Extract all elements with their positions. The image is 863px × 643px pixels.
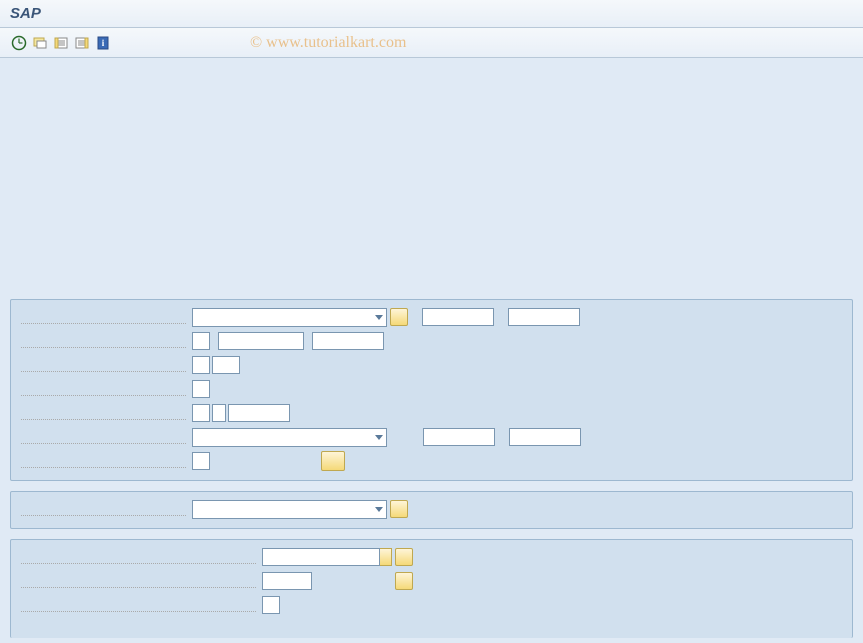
select-all-icon[interactable] (52, 34, 70, 52)
text-field[interactable] (192, 356, 210, 374)
field-label (21, 550, 256, 564)
form-row (21, 378, 842, 400)
value-help-icon[interactable] (380, 548, 392, 566)
text-field[interactable] (262, 548, 380, 566)
app-title: SAP (10, 5, 41, 22)
form-row (21, 354, 842, 376)
field-label (21, 334, 186, 348)
field-label (21, 502, 186, 516)
form-row (21, 570, 842, 592)
help-button[interactable] (390, 308, 408, 326)
text-field[interactable] (508, 308, 580, 326)
text-field[interactable] (509, 428, 581, 446)
help-button[interactable] (395, 572, 413, 590)
dropdown-field[interactable] (192, 308, 387, 327)
help-button[interactable] (390, 500, 408, 518)
field-label (21, 406, 186, 420)
field-label (21, 358, 186, 372)
form-row (21, 546, 842, 568)
field-label (21, 382, 186, 396)
dropdown-field[interactable] (192, 428, 387, 447)
title-bar: SAP (0, 0, 863, 28)
form-row (21, 306, 842, 328)
text-field[interactable] (192, 404, 210, 422)
text-field[interactable] (218, 332, 304, 350)
text-field[interactable] (192, 332, 210, 350)
toolbar: i © www.tutorialkart.com (0, 28, 863, 58)
text-field[interactable] (422, 308, 494, 326)
text-field[interactable] (212, 356, 240, 374)
field-label (21, 430, 186, 444)
text-field[interactable] (212, 404, 226, 422)
form-row (21, 498, 842, 520)
help-button[interactable] (395, 548, 413, 566)
text-field[interactable] (262, 572, 312, 590)
form-row (21, 426, 842, 448)
text-field[interactable] (262, 596, 280, 614)
variant-icon[interactable] (31, 34, 49, 52)
text-field[interactable] (228, 404, 290, 422)
text-field[interactable] (192, 452, 210, 470)
text-field[interactable] (423, 428, 495, 446)
spacer (10, 64, 853, 299)
content-area (0, 58, 863, 643)
info-icon[interactable]: i (94, 34, 112, 52)
watermark: © www.tutorialkart.com (250, 34, 406, 52)
text-field[interactable] (192, 380, 210, 398)
text-field[interactable] (312, 332, 384, 350)
form-row (21, 330, 842, 352)
form-row (21, 594, 842, 616)
group-box-1 (10, 299, 853, 481)
field-label (21, 574, 256, 588)
execute-icon[interactable] (10, 34, 28, 52)
form-row (21, 402, 842, 424)
group-box-2 (10, 491, 853, 529)
input-with-help (262, 596, 280, 614)
group-box-3 (10, 539, 853, 638)
field-label (21, 454, 186, 468)
field-label (21, 310, 186, 324)
form-row (21, 450, 842, 472)
dropdown-field[interactable] (192, 500, 387, 519)
action-button[interactable] (321, 451, 345, 471)
field-label (21, 598, 256, 612)
deselect-all-icon[interactable] (73, 34, 91, 52)
input-with-help (262, 548, 392, 566)
